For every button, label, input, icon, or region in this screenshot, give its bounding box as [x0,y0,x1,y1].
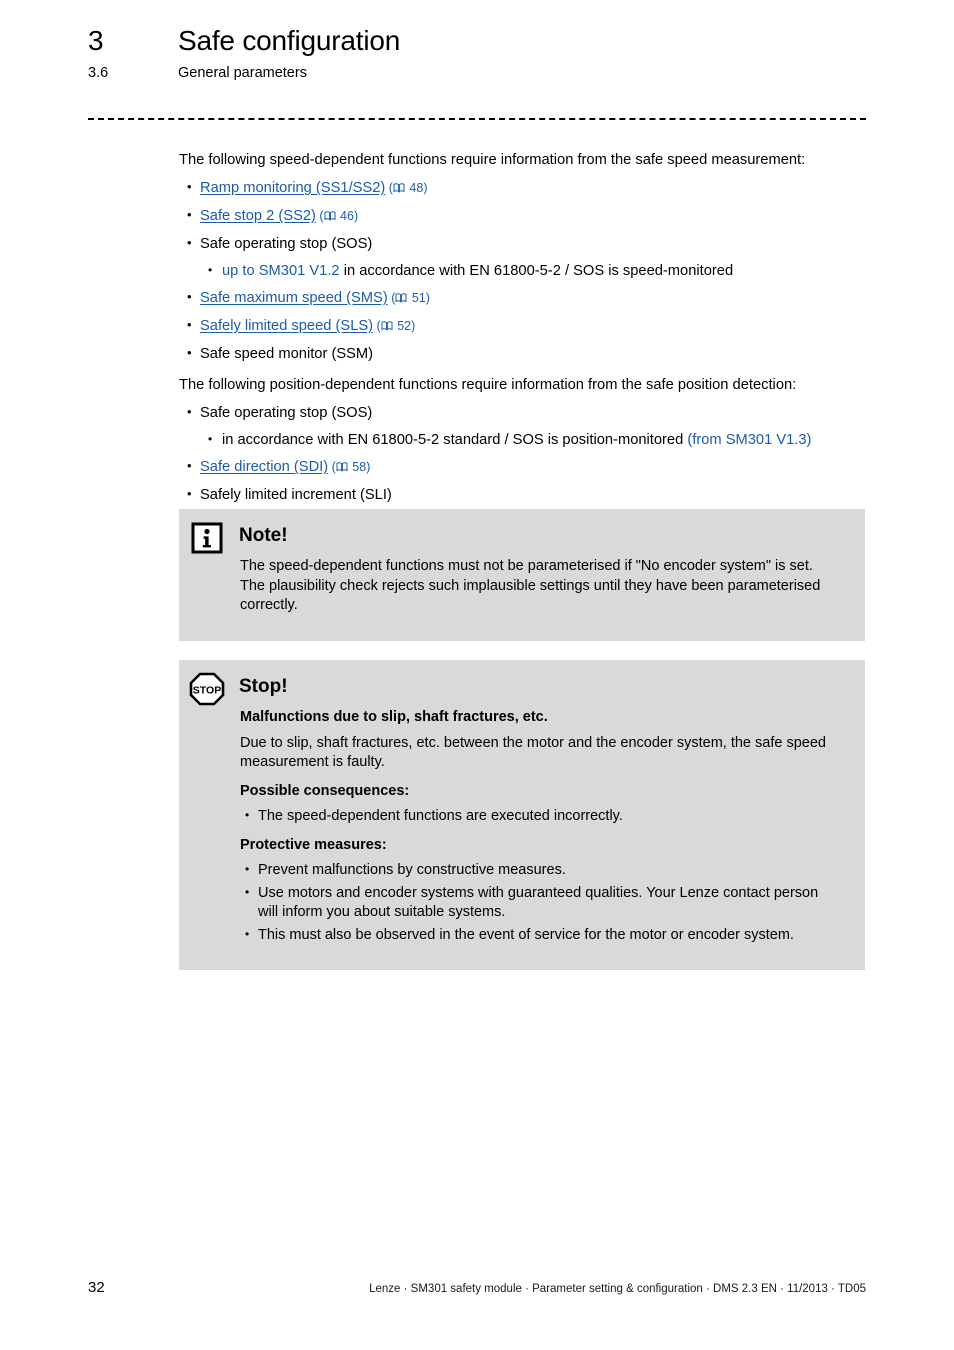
list-item: Safe operating stop (SOS) in accordance w… [179,402,865,450]
stop-body: Malfunctions due to slip, shaft fracture… [179,706,865,970]
version-annotation: up to SM301 V1.2 [222,263,340,279]
consequences-list: The speed-dependent functions are execut… [240,806,839,827]
protective-measures-list: Prevent malfunctions by constructive mea… [240,860,839,946]
note-body: The speed-dependent functions must not b… [179,555,865,641]
stop-icon: STOP [187,672,227,706]
sub-list: in accordance with EN 61800-5-2 standard… [200,429,865,450]
page-reference[interactable]: ( 52) [373,319,416,333]
list-item: Safe operating stop (SOS) up to SM301 V1.… [179,233,865,281]
cross-reference-link[interactable]: Safe stop 2 (SS2) [200,208,316,224]
list-item: Safe speed monitor (SSM) [179,343,865,364]
book-icon [324,207,336,227]
stop-description: Due to slip, shaft fractures, etc. betwe… [240,734,826,771]
info-icon [187,521,227,555]
book-icon [395,289,407,309]
speed-dependent-function-list: Ramp monitoring (SS1/SS2) ( 48) Safe stop… [179,177,865,364]
list-item[interactable]: Safely limited speed (SLS) ( 52) [179,315,865,337]
position-dependent-function-list: Safe operating stop (SOS) in accordance w… [179,402,865,505]
list-item[interactable]: Safe maximum speed (SMS) ( 51) [179,287,865,309]
sub-list-item: in accordance with EN 61800-5-2 standard… [200,429,865,450]
list-item-label: Safe speed monitor (SSM) [200,346,374,362]
note-paragraph: The speed-dependent functions must not b… [240,558,821,613]
measure-item: Use motors and encoder systems with guar… [240,883,839,923]
note-callout: Note! The speed-dependent functions must… [179,509,865,641]
book-icon [381,317,393,337]
measures-heading: Protective measures: [240,836,387,853]
consequence-item: The speed-dependent functions are execut… [240,806,839,827]
stop-title: Stop! [239,676,288,697]
list-item-label: Safe operating stop (SOS) [200,236,373,252]
list-item[interactable]: Safe direction (SDI) ( 58) [179,456,865,478]
section-title: General parameters [178,65,307,81]
note-header: Note! [179,509,865,555]
intro-position-paragraph: The following position-dependent functio… [179,377,797,393]
version-annotation: (from SM301 V1.3) [687,432,812,448]
page-content: The following speed-dependent functions … [179,150,865,512]
sub-list-item-text: in accordance with EN 61800-5-2 standard… [222,432,684,448]
cross-reference-link[interactable]: Safely limited speed (SLS) [200,318,373,334]
measure-item: Prevent malfunctions by constructive mea… [240,860,839,881]
list-item: Safely limited increment (SLI) [179,484,865,505]
page-number: 32 [88,1279,105,1296]
book-icon [336,458,348,478]
footer-text: Lenze · SM301 safety module · Parameter … [369,1283,866,1295]
page-reference[interactable]: ( 48) [385,181,428,195]
chapter-heading: 3 Safe configuration [88,24,878,58]
book-icon [393,179,405,199]
page-reference[interactable]: ( 58) [328,460,371,474]
sub-list-item-text: in accordance with EN 61800-5-2 / SOS is… [343,263,734,279]
header-divider [88,118,866,120]
intro-speed-paragraph: The following speed-dependent functions … [179,152,806,168]
list-item-label: Safe operating stop (SOS) [200,405,373,421]
list-item-label: Safely limited increment (SLI) [200,487,392,503]
measure-item: This must also be observed in the event … [240,925,839,946]
section-heading: 3.6 General parameters [88,64,878,82]
stop-subtitle: Malfunctions due to slip, shaft fracture… [240,709,548,725]
stop-callout: STOP Stop! Malfunctions due to slip, sha… [179,660,865,970]
page-footer: 32 Lenze · SM301 safety module · Paramet… [88,1279,866,1296]
cross-reference-link[interactable]: Ramp monitoring (SS1/SS2) [200,180,385,196]
page-reference[interactable]: ( 51) [388,291,430,305]
cross-reference-link[interactable]: Safe direction (SDI) [200,459,328,475]
chapter-title: Safe configuration [178,25,401,56]
section-number: 3.6 [88,65,109,81]
sub-list: up to SM301 V1.2 in accordance with EN 6… [200,260,865,281]
document-page: 3 Safe configuration 3.6 General paramet… [0,0,954,1350]
stop-header: STOP Stop! [179,660,865,706]
page-reference[interactable]: ( 46) [316,209,358,223]
consequences-heading: Possible consequences: [240,782,410,799]
list-item[interactable]: Ramp monitoring (SS1/SS2) ( 48) [179,177,865,199]
svg-text:STOP: STOP [193,685,221,697]
cross-reference-link[interactable]: Safe maximum speed (SMS) [200,290,388,306]
note-title: Note! [239,525,288,546]
chapter-number: 3 [88,25,104,56]
list-item[interactable]: Safe stop 2 (SS2) ( 46) [179,205,865,227]
page-header: 3 Safe configuration 3.6 General paramet… [88,24,878,82]
sub-list-item: up to SM301 V1.2 in accordance with EN 6… [200,260,865,281]
